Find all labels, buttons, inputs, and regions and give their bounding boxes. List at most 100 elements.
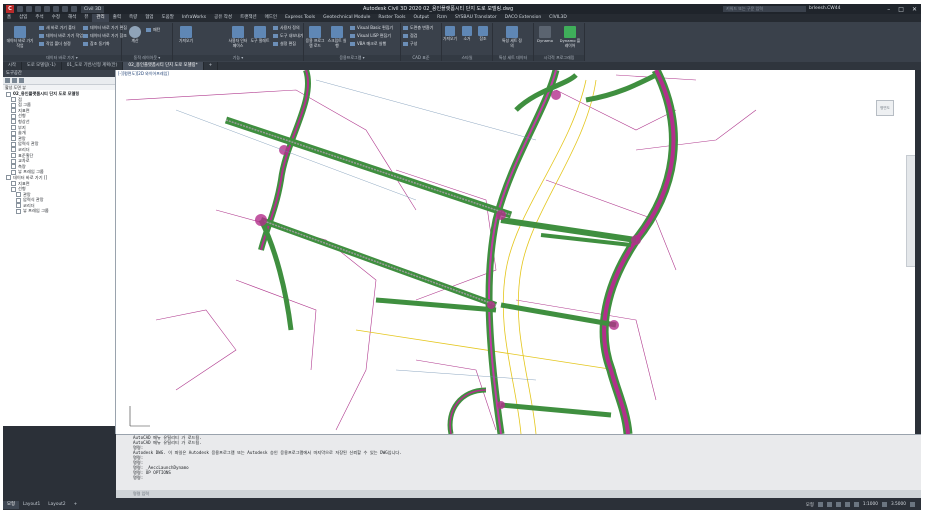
view-cube[interactable]: 평면도 xyxy=(876,100,894,116)
run-script-button[interactable]: 스크립트 실행 xyxy=(326,26,348,48)
ribbon-item[interactable]: Visual LISP 편집기 xyxy=(350,33,391,39)
ribbon-tab[interactable]: 공유 작성 xyxy=(210,14,236,22)
toolspace-refresh-icon[interactable] xyxy=(12,78,17,83)
ribbon-item[interactable]: 사용자 정의 xyxy=(273,25,300,31)
panel-title[interactable]: CAD 표준 xyxy=(401,55,441,61)
ribbon-tab[interactable]: 해석 xyxy=(64,14,80,22)
ribbon-tab[interactable]: 출력 xyxy=(109,14,125,22)
model-space-toggle[interactable]: 모형 xyxy=(806,502,814,508)
ribbon-item[interactable]: 구성 xyxy=(403,41,417,47)
ribbon-tab[interactable]: Express Tools xyxy=(281,14,319,22)
panel-title[interactable]: 시각적 프로그래밍 xyxy=(534,55,584,61)
save-as-icon[interactable] xyxy=(44,6,50,12)
snap-icon[interactable] xyxy=(826,502,832,507)
ribbon-tab[interactable]: Geotechnical Module xyxy=(319,14,374,22)
toolspace-view-icon[interactable] xyxy=(5,78,10,83)
ribbon-item[interactable]: VBA 매크로 실행 xyxy=(350,41,386,47)
ribbon-tab[interactable]: InfraWorks xyxy=(178,14,210,22)
open-icon[interactable] xyxy=(26,6,32,12)
ribbon-tab[interactable]: 애드인 xyxy=(261,14,281,22)
document-tab[interactable]: 도로 모델링(-1) xyxy=(22,62,62,70)
layout-tab[interactable]: + xyxy=(70,501,82,509)
panel-title[interactable]: 동적 레이아웃 ▾ xyxy=(122,55,172,61)
redo-icon[interactable] xyxy=(71,6,77,12)
tree-node[interactable]: 뷰 프레임 그룹 xyxy=(4,208,115,214)
ribbon-tab[interactable]: 주석 xyxy=(31,14,47,22)
ribbon-tab[interactable]: CIVIL3D xyxy=(545,14,571,22)
document-tab[interactable]: 시작 xyxy=(3,62,22,70)
ribbon-tab[interactable]: 삽입 xyxy=(15,14,31,22)
document-tab[interactable]: 02_용인플랫폼시티 단지 도로 모델링* xyxy=(123,62,204,70)
ribbon-item[interactable]: 데이터 바로 가기 편집 xyxy=(83,25,127,31)
ribbon-tab[interactable]: SYSBAU Translator xyxy=(451,14,501,22)
new-icon[interactable] xyxy=(17,6,23,12)
ribbon-tab[interactable]: 트랜잭션 xyxy=(236,14,261,22)
document-tab[interactable]: 01_도로 기반/선형 계획(안) xyxy=(62,62,124,70)
close-button[interactable]: ✕ xyxy=(912,6,917,13)
style-import-button[interactable]: 가져오기 xyxy=(442,26,458,42)
ribbon-item[interactable]: 도구 내보내기 xyxy=(273,33,303,39)
load-application-button[interactable]: 응용 프로그램 로드 xyxy=(304,26,326,48)
ribbon-tab[interactable]: 관리 xyxy=(92,14,109,22)
tool-palette-button[interactable]: 도구 팔레트 xyxy=(249,26,271,44)
ribbon-item[interactable]: 작업 폴더 설정 xyxy=(39,41,71,47)
layout-tab[interactable]: Layout2 xyxy=(44,501,69,509)
ribbon-item[interactable]: 새 바로 가기 폴더 xyxy=(39,25,76,31)
workspace-selector[interactable]: Civil 3D xyxy=(81,5,105,13)
grid-icon[interactable] xyxy=(817,502,823,507)
panel-title[interactable]: 기능 ▾ xyxy=(173,55,303,61)
ribbon-item[interactable]: 데이터 바로 가기 작업 xyxy=(39,33,83,39)
app-logo[interactable]: C xyxy=(6,5,14,13)
ribbon-tab[interactable]: Output xyxy=(409,14,433,22)
ribbon-item[interactable]: 설정 편집 xyxy=(273,41,296,47)
gear-icon[interactable] xyxy=(881,502,887,507)
status-value[interactable]: 3.5000 xyxy=(891,502,906,507)
user-interface-button[interactable]: 사용자 인터페이스 xyxy=(227,26,249,48)
maximize-button[interactable]: □ xyxy=(898,6,904,13)
ribbon-item[interactable]: 참조 동기화 xyxy=(83,41,110,47)
reference-button[interactable]: 참조 xyxy=(475,26,491,42)
print-icon[interactable] xyxy=(53,6,59,12)
panel-title[interactable]: 응용프로그램 ▾ xyxy=(304,55,400,61)
customize-icon[interactable] xyxy=(910,502,915,507)
panel-title[interactable]: 데이터 바로 가기 ▾ xyxy=(3,55,121,61)
dynamo-player-button[interactable]: Dynamo 플레이어 xyxy=(559,26,581,48)
purge-button[interactable]: 소거 xyxy=(459,26,475,42)
osnap-icon[interactable] xyxy=(853,502,859,507)
ribbon-tab[interactable]: 홈 xyxy=(3,14,15,22)
undo-icon[interactable] xyxy=(62,6,68,12)
ribbon-tab[interactable]: 협업 xyxy=(141,14,157,22)
command-input[interactable]: 명령 입력 xyxy=(133,491,433,497)
minimize-button[interactable]: – xyxy=(887,6,890,13)
user-account[interactable]: brleesh.CW44 xyxy=(809,4,840,14)
ribbon-tab[interactable]: DACO Extension xyxy=(501,14,546,22)
ortho-icon[interactable] xyxy=(835,502,841,507)
toolspace-header[interactable]: 도구공간 xyxy=(3,70,115,77)
ribbon-item[interactable]: 데이터 바로 가기 참조 xyxy=(83,33,127,39)
layout-tab[interactable]: 모형 xyxy=(3,500,19,509)
data-shortcut-work-button[interactable]: 데이터 바로 가기 작업 xyxy=(5,26,35,48)
dynamo-button[interactable]: Dynamo xyxy=(534,26,556,44)
ribbon-item[interactable]: 도면층 변환기 xyxy=(403,25,433,31)
panel-title[interactable]: 스타일 xyxy=(442,55,492,61)
ribbon-item[interactable]: 점검 xyxy=(403,33,417,39)
ribbon-item[interactable]: Visual Basic 편집기 xyxy=(350,25,393,31)
ribbon-tab[interactable]: 측량 xyxy=(125,14,141,22)
ribbon-tab[interactable]: 뷰 xyxy=(80,14,92,22)
ribbon-item[interactable]: 패턴 xyxy=(146,27,160,33)
property-set-definition-button[interactable]: 특성 세트 정의 xyxy=(501,26,523,48)
panel-title[interactable]: 특성 세트 데이터 xyxy=(493,55,533,61)
ribbon-tab[interactable]: Rzm xyxy=(433,14,451,22)
ribbon-tab[interactable]: Raster Tools xyxy=(374,14,409,22)
import-button[interactable]: 가져오기 xyxy=(175,26,197,44)
calc-button[interactable]: 계산 xyxy=(124,26,146,44)
toolspace-settings-icon[interactable] xyxy=(19,78,24,83)
ribbon-tab[interactable]: 도움말 xyxy=(158,14,178,22)
document-tab[interactable]: + xyxy=(204,62,219,70)
search-input[interactable]: 키워드 또는 구문 입력 xyxy=(723,6,806,12)
ribbon-tab[interactable]: 수정 xyxy=(48,14,64,22)
layout-tab[interactable]: Layout1 xyxy=(19,501,44,509)
polar-icon[interactable] xyxy=(844,502,850,507)
drawing-canvas[interactable]: [-][평면도][2D 와이어프레임] 평면도 xyxy=(116,70,921,434)
annotation-scale[interactable]: 1:1000 xyxy=(863,502,878,507)
